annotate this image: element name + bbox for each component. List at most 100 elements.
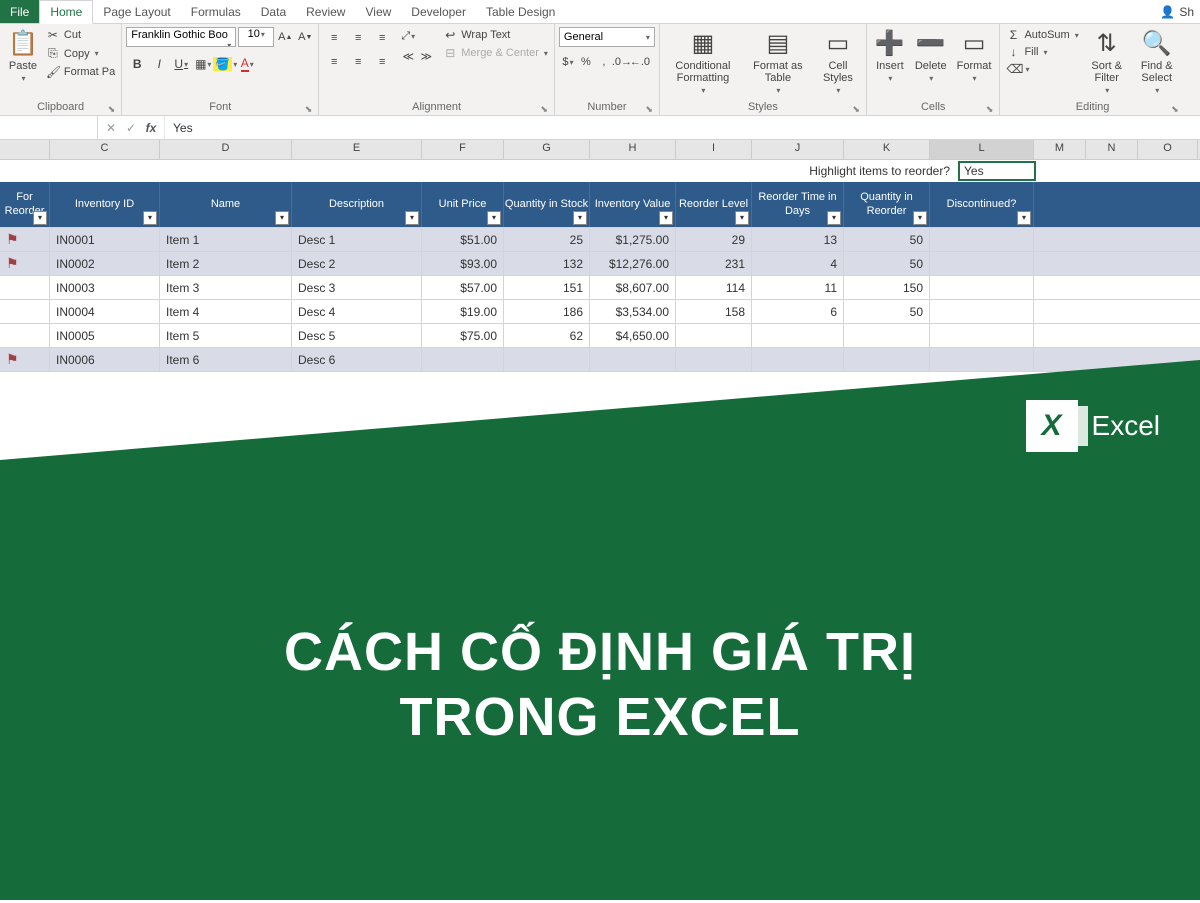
align-bottom-button[interactable]: ≡ <box>371 27 393 49</box>
filter-dropdown-icon[interactable]: ▾ <box>573 211 587 225</box>
header-cell[interactable]: For Reorder▾ <box>0 182 50 227</box>
orientation-button[interactable]: ⤢▾ <box>399 27 417 45</box>
tab-developer[interactable]: Developer <box>401 0 476 23</box>
header-cell[interactable]: Unit Price▾ <box>422 182 504 227</box>
cell-id[interactable]: IN0001 <box>50 228 160 251</box>
autosum-button[interactable]: ΣAutoSum▾ <box>1004 27 1080 43</box>
cell-desc[interactable]: Desc 1 <box>292 228 422 251</box>
number-format-select[interactable]: General▾ <box>559 27 655 47</box>
percent-format-button[interactable]: % <box>577 53 595 71</box>
tab-page-layout[interactable]: Page Layout <box>93 0 180 23</box>
insert-button[interactable]: ➕Insert▾ <box>871 27 909 85</box>
font-size-select[interactable]: 10▾ <box>238 27 274 47</box>
header-cell[interactable]: Inventory ID▾ <box>50 182 160 227</box>
table-row[interactable]: ⚑IN0001Item 1Desc 1$51.0025$1,275.002913… <box>0 228 1200 252</box>
cell-value[interactable]: $8,607.00 <box>590 276 676 299</box>
cell-disc[interactable] <box>930 252 1034 275</box>
cell-desc[interactable]: Desc 3 <box>292 276 422 299</box>
flag-cell[interactable]: ⚑ <box>0 228 50 251</box>
format-button[interactable]: ▭Format▾ <box>953 27 996 85</box>
cell-price[interactable]: $93.00 <box>422 252 504 275</box>
cell-name[interactable]: Item 5 <box>160 324 292 347</box>
cell-name[interactable]: Item 6 <box>160 348 292 371</box>
cell-reorder[interactable]: 231 <box>676 252 752 275</box>
cell-price[interactable]: $75.00 <box>422 324 504 347</box>
header-cell[interactable]: Description▾ <box>292 182 422 227</box>
cell-disc[interactable] <box>930 228 1034 251</box>
align-left-button[interactable]: ≡ <box>323 51 345 73</box>
table-row[interactable]: IN0003Item 3Desc 3$57.00151$8,607.001141… <box>0 276 1200 300</box>
filter-dropdown-icon[interactable]: ▾ <box>1017 211 1031 225</box>
align-right-button[interactable]: ≡ <box>371 51 393 73</box>
share-button[interactable]: 👤Sh <box>1154 0 1200 23</box>
filter-dropdown-icon[interactable]: ▾ <box>143 211 157 225</box>
flag-cell[interactable] <box>0 276 50 299</box>
delete-button[interactable]: ➖Delete▾ <box>911 27 951 85</box>
italic-button[interactable]: I <box>148 53 170 75</box>
column-header-G[interactable]: G <box>504 140 590 159</box>
filter-dropdown-icon[interactable]: ▾ <box>405 211 419 225</box>
cell-name[interactable]: Item 3 <box>160 276 292 299</box>
cell-value[interactable]: $4,650.00 <box>590 324 676 347</box>
paste-button[interactable]: 📋 Paste ▾ <box>4 27 42 85</box>
cell-qty[interactable]: 132 <box>504 252 590 275</box>
cell-qro[interactable]: 150 <box>844 276 930 299</box>
cell-disc[interactable] <box>930 348 1034 371</box>
cell-value[interactable]: $12,276.00 <box>590 252 676 275</box>
cell-time[interactable]: 13 <box>752 228 844 251</box>
column-header-C[interactable]: C <box>50 140 160 159</box>
header-cell[interactable]: Inventory Value▾ <box>590 182 676 227</box>
cell-reorder[interactable]: 158 <box>676 300 752 323</box>
tab-review[interactable]: Review <box>296 0 355 23</box>
font-color-button[interactable]: A▾ <box>236 53 258 75</box>
underline-button[interactable]: U▾ <box>170 53 192 75</box>
cell-price[interactable] <box>422 348 504 371</box>
cell-qro[interactable]: 50 <box>844 228 930 251</box>
formula-input[interactable]: Yes <box>165 119 1200 137</box>
column-header-L[interactable]: L <box>930 140 1034 159</box>
cell-qty[interactable]: 186 <box>504 300 590 323</box>
tab-data[interactable]: Data <box>251 0 296 23</box>
table-row[interactable]: IN0004Item 4Desc 4$19.00186$3,534.001586… <box>0 300 1200 324</box>
column-header-H[interactable]: H <box>590 140 676 159</box>
cell-name[interactable]: Item 2 <box>160 252 292 275</box>
cell-price[interactable]: $51.00 <box>422 228 504 251</box>
tab-formulas[interactable]: Formulas <box>181 0 251 23</box>
cell-qro[interactable] <box>844 348 930 371</box>
cell-value[interactable]: $3,534.00 <box>590 300 676 323</box>
cell-desc[interactable]: Desc 4 <box>292 300 422 323</box>
cell-desc[interactable]: Desc 5 <box>292 324 422 347</box>
cell-reorder[interactable] <box>676 348 752 371</box>
tab-home[interactable]: Home <box>39 0 93 24</box>
cell-reorder[interactable]: 29 <box>676 228 752 251</box>
sort-filter-button[interactable]: ⇅Sort & Filter▾ <box>1083 27 1131 97</box>
column-header-O[interactable]: O <box>1138 140 1198 159</box>
fx-button[interactable]: fx <box>142 121 160 135</box>
cell-qty[interactable] <box>504 348 590 371</box>
find-select-button[interactable]: 🔍Find & Select▾ <box>1133 27 1181 97</box>
font-name-select[interactable]: Franklin Gothic Boo▾ <box>126 27 236 47</box>
column-header-F[interactable]: F <box>422 140 504 159</box>
cell-qro[interactable]: 50 <box>844 252 930 275</box>
comma-format-button[interactable]: , <box>595 53 613 71</box>
active-cell[interactable]: Yes <box>958 161 1036 181</box>
cell-time[interactable] <box>752 324 844 347</box>
clear-button[interactable]: ⌫▾ <box>1004 61 1080 77</box>
tab-file[interactable]: File <box>0 0 39 23</box>
filter-dropdown-icon[interactable]: ▾ <box>275 211 289 225</box>
cell-time[interactable] <box>752 348 844 371</box>
cell-id[interactable]: IN0003 <box>50 276 160 299</box>
cell-disc[interactable] <box>930 300 1034 323</box>
column-header-E[interactable]: E <box>292 140 422 159</box>
filter-dropdown-icon[interactable]: ▾ <box>487 211 501 225</box>
table-row[interactable]: ⚑IN0002Item 2Desc 2$93.00132$12,276.0023… <box>0 252 1200 276</box>
column-header-K[interactable]: K <box>844 140 930 159</box>
filter-dropdown-icon[interactable]: ▾ <box>913 211 927 225</box>
cut-button[interactable]: ✂Cut <box>44 27 117 43</box>
format-as-table-button[interactable]: ▤Format as Table▾ <box>744 27 812 97</box>
header-cell[interactable]: Quantity in Stock▾ <box>504 182 590 227</box>
align-middle-button[interactable]: ≡ <box>347 27 369 49</box>
increase-font-button[interactable]: A▲ <box>276 28 294 46</box>
column-header-N[interactable]: N <box>1086 140 1138 159</box>
cell-id[interactable]: IN0005 <box>50 324 160 347</box>
